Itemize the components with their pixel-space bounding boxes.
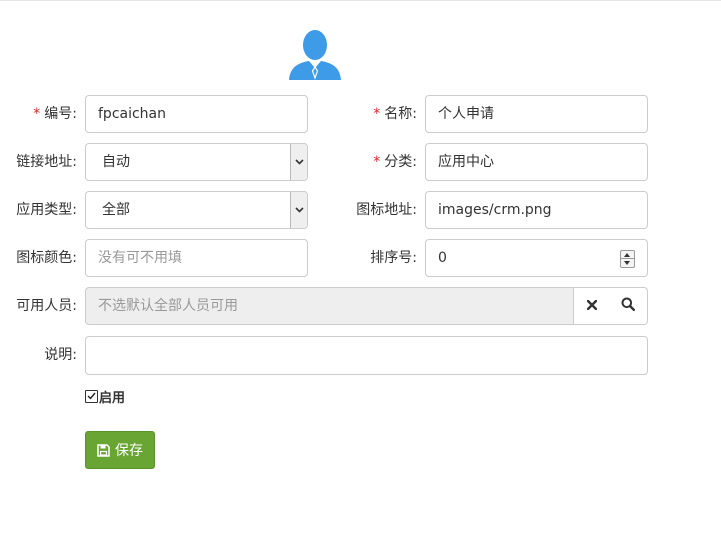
clear-users-button[interactable] bbox=[573, 287, 610, 325]
floppy-disk-icon bbox=[97, 443, 110, 457]
user-avatar-icon bbox=[287, 28, 343, 80]
users-label: 可用人员: bbox=[16, 298, 77, 314]
enabled-label: 启用 bbox=[99, 390, 126, 406]
name-label: * 名称: bbox=[355, 95, 417, 133]
description-label: 说明: bbox=[44, 347, 77, 363]
link-label: 链接地址: bbox=[16, 154, 77, 170]
icon-color-field[interactable]: 没有可不用填 bbox=[85, 239, 308, 277]
category-field[interactable]: 应用中心 bbox=[425, 143, 648, 181]
name-field[interactable]: 个人申请 bbox=[425, 95, 648, 133]
code-label: * 编号: bbox=[20, 95, 77, 133]
chevron-down-icon[interactable] bbox=[290, 144, 307, 180]
required-mark: * bbox=[33, 106, 41, 122]
search-icon bbox=[621, 297, 635, 315]
icon-color-label: 图标颜色: bbox=[16, 250, 77, 266]
app-type-label: 应用类型: bbox=[16, 202, 77, 218]
category-label-text: 分类: bbox=[384, 154, 417, 170]
category-label: * 分类: bbox=[355, 143, 417, 181]
name-label-text: 名称: bbox=[384, 106, 417, 122]
required-mark: * bbox=[373, 106, 381, 122]
icon-path-label: 图标地址: bbox=[356, 202, 417, 218]
code-label-text: 编号: bbox=[44, 106, 77, 122]
sort-order-stepper[interactable]: 0 bbox=[425, 239, 648, 277]
close-icon bbox=[586, 298, 597, 314]
icon-path-field[interactable]: images/crm.png bbox=[425, 191, 648, 229]
chevron-down-icon[interactable] bbox=[290, 192, 307, 228]
save-button-label: 保存 bbox=[115, 443, 143, 459]
save-button[interactable]: 保存 bbox=[85, 431, 155, 469]
link-select-value: 自动 bbox=[102, 154, 130, 170]
app-type-select-value: 全部 bbox=[102, 202, 130, 218]
link-select[interactable]: 自动 bbox=[85, 143, 308, 181]
top-divider bbox=[0, 0, 721, 1]
app-type-select[interactable]: 全部 bbox=[85, 191, 308, 229]
code-field[interactable]: fpcaichan bbox=[85, 95, 308, 133]
users-field[interactable]: 不选默认全部人员可用 bbox=[85, 287, 574, 325]
description-field[interactable] bbox=[85, 336, 648, 375]
spinner-arrows-icon[interactable] bbox=[620, 250, 635, 268]
sort-order-value: 0 bbox=[438, 250, 447, 266]
enabled-option: 启用 bbox=[85, 388, 126, 406]
sort-order-label: 排序号: bbox=[370, 250, 417, 266]
search-users-button[interactable] bbox=[609, 287, 648, 325]
required-mark: * bbox=[373, 154, 381, 170]
enabled-checkbox[interactable] bbox=[85, 389, 98, 403]
